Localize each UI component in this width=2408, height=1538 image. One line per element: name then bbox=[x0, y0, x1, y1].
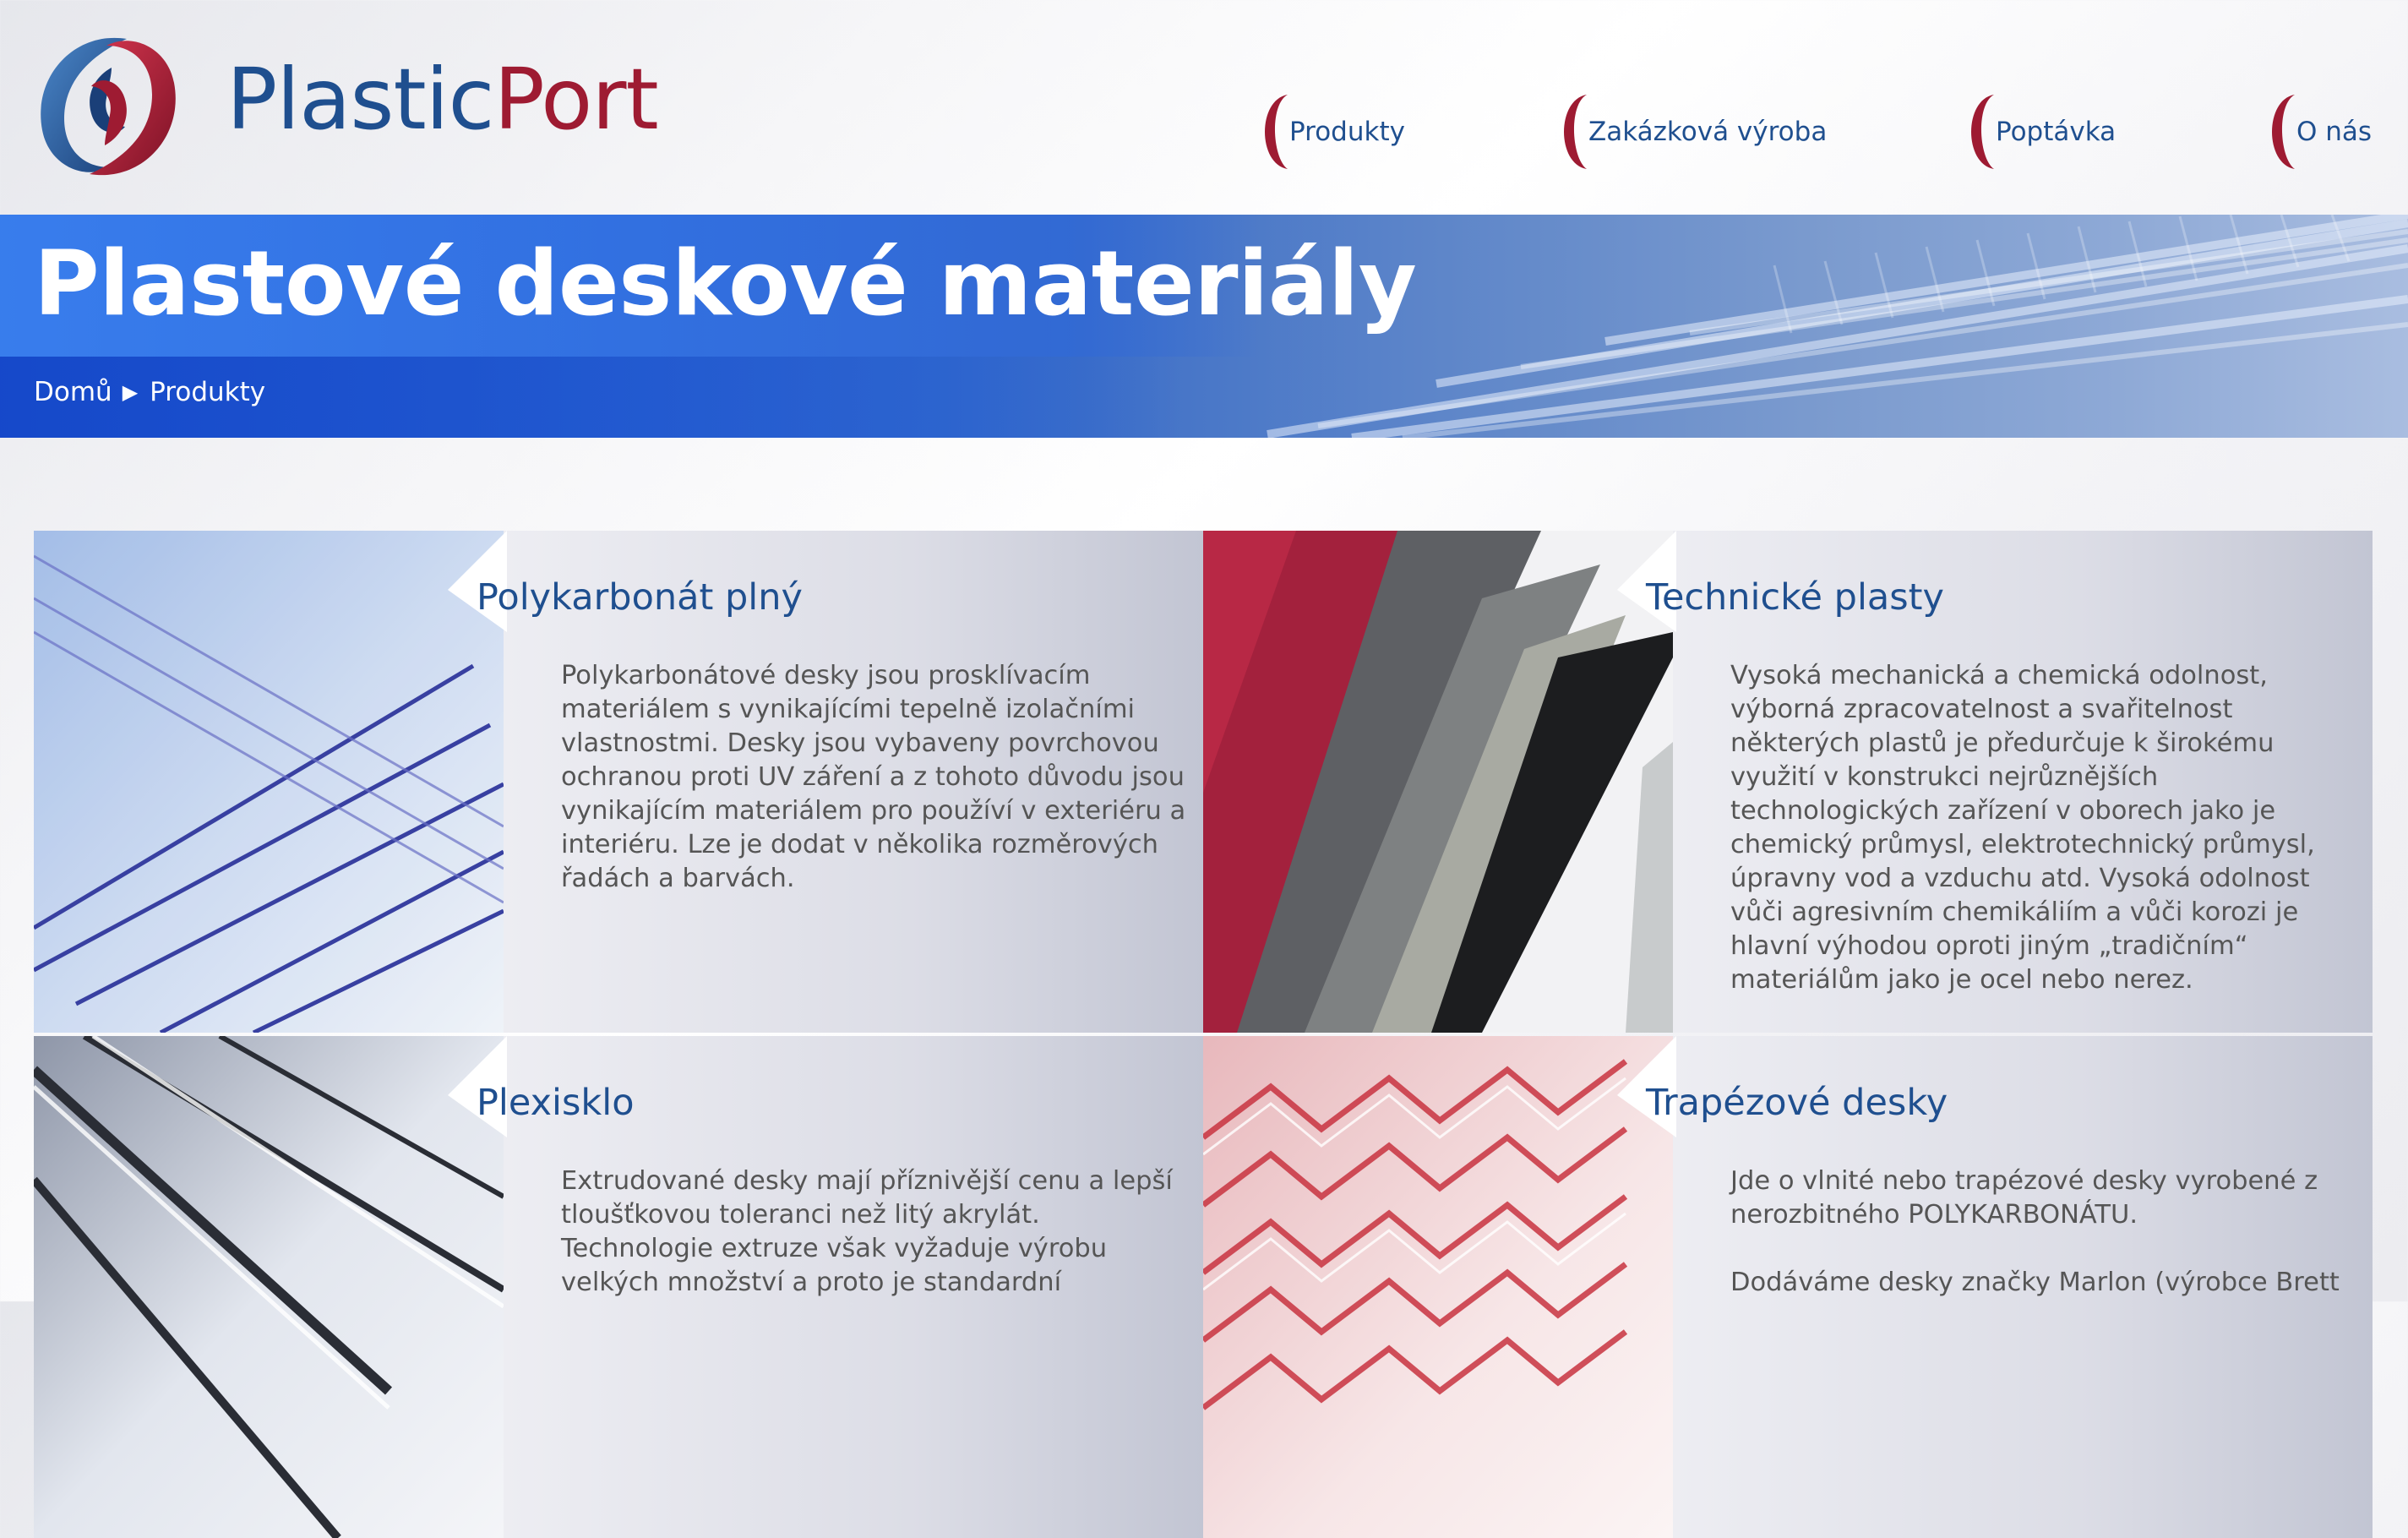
product-description: Extrudované desky mají příznivější cenu … bbox=[561, 1164, 1186, 1333]
polycarbonate-sheets-image bbox=[34, 531, 504, 1033]
product-title[interactable]: Technické plasty bbox=[1646, 576, 1944, 619]
nav-item-o-nas[interactable]: O nás bbox=[2261, 91, 2372, 172]
nav-item-label: Zakázková výroba bbox=[1588, 117, 1828, 147]
product-description: Jde o vlnité nebo trapézové desky vyrobe… bbox=[1730, 1164, 2356, 1333]
product-paragraph: Vysoká mechanická a chemická odolnost, v… bbox=[1730, 661, 2315, 995]
nav-item-zakazkova-vyroba[interactable]: Zakázková výroba bbox=[1553, 91, 1827, 172]
product-card-technicke-plasty[interactable]: Technické plasty Vysoká mechanická a che… bbox=[1203, 531, 2373, 1033]
plasticport-logo[interactable] bbox=[32, 30, 184, 183]
nav-arc-icon bbox=[1265, 95, 1288, 169]
nav-item-label: O nás bbox=[2296, 117, 2373, 147]
product-card-polykarbonat[interactable]: Polykarbonát plný Polykarbonátové desky … bbox=[34, 531, 1203, 1033]
brand-name-part2: Port bbox=[493, 50, 658, 149]
product-title[interactable]: Trapézové desky bbox=[1646, 1082, 1948, 1124]
product-card-trapezove-desky[interactable]: Trapézové desky Jde o vlnité nebo trapéz… bbox=[1203, 1036, 2373, 1538]
product-description: Polykarbonátové desky jsou prosklívacím … bbox=[561, 659, 1186, 930]
product-title[interactable]: Plexisklo bbox=[477, 1082, 635, 1124]
product-card-plexisklo[interactable]: Plexisklo Extrudované desky mají přízniv… bbox=[34, 1036, 1203, 1538]
page-banner: Plastové deskové materiály Domů ▶ Produk… bbox=[0, 215, 2408, 438]
breadcrumb: Domů ▶ Produkty bbox=[34, 377, 265, 407]
product-paragraph: Jde o vlnité nebo trapézové desky vyrobe… bbox=[1730, 1166, 2318, 1230]
nav-arc-icon bbox=[1971, 95, 1994, 169]
brand-name[interactable]: PlasticPort bbox=[226, 57, 659, 142]
breadcrumb-home-link[interactable]: Domů bbox=[34, 377, 112, 407]
trapezoid-sheets-image bbox=[1203, 1036, 1673, 1538]
plexiglass-sheets-image bbox=[34, 1036, 504, 1538]
nav-item-label: Produkty bbox=[1289, 117, 1405, 147]
product-title[interactable]: Polykarbonát plný bbox=[477, 576, 803, 619]
page-title: Plastové deskové materiály bbox=[34, 232, 1417, 335]
nav-arc-icon bbox=[2272, 95, 2295, 169]
nav-item-poptavka[interactable]: Poptávka bbox=[1960, 91, 2116, 172]
site-header: PlasticPort Produkty Zakázková výroba Po… bbox=[0, 0, 2408, 215]
breadcrumb-current: Produkty bbox=[150, 377, 266, 407]
product-description: Vysoká mechanická a chemická odolnost, v… bbox=[1730, 659, 2356, 1031]
product-paragraph: Extrudované desky mají příznivější cenu … bbox=[561, 1166, 1173, 1297]
nav-item-produkty[interactable]: Produkty bbox=[1254, 91, 1405, 172]
product-paragraph: Polykarbonátové desky jsou prosklívacím … bbox=[561, 661, 1186, 893]
nav-arc-icon bbox=[1564, 95, 1587, 169]
triangle-right-icon: ▶ bbox=[122, 380, 139, 404]
technical-plastics-image bbox=[1203, 531, 1673, 1033]
brand-name-part1: Plastic bbox=[226, 50, 494, 149]
product-paragraph: Dodáváme desky značky Marlon (výrobce Br… bbox=[1730, 1268, 2340, 1297]
nav-item-label: Poptávka bbox=[1996, 117, 2117, 147]
